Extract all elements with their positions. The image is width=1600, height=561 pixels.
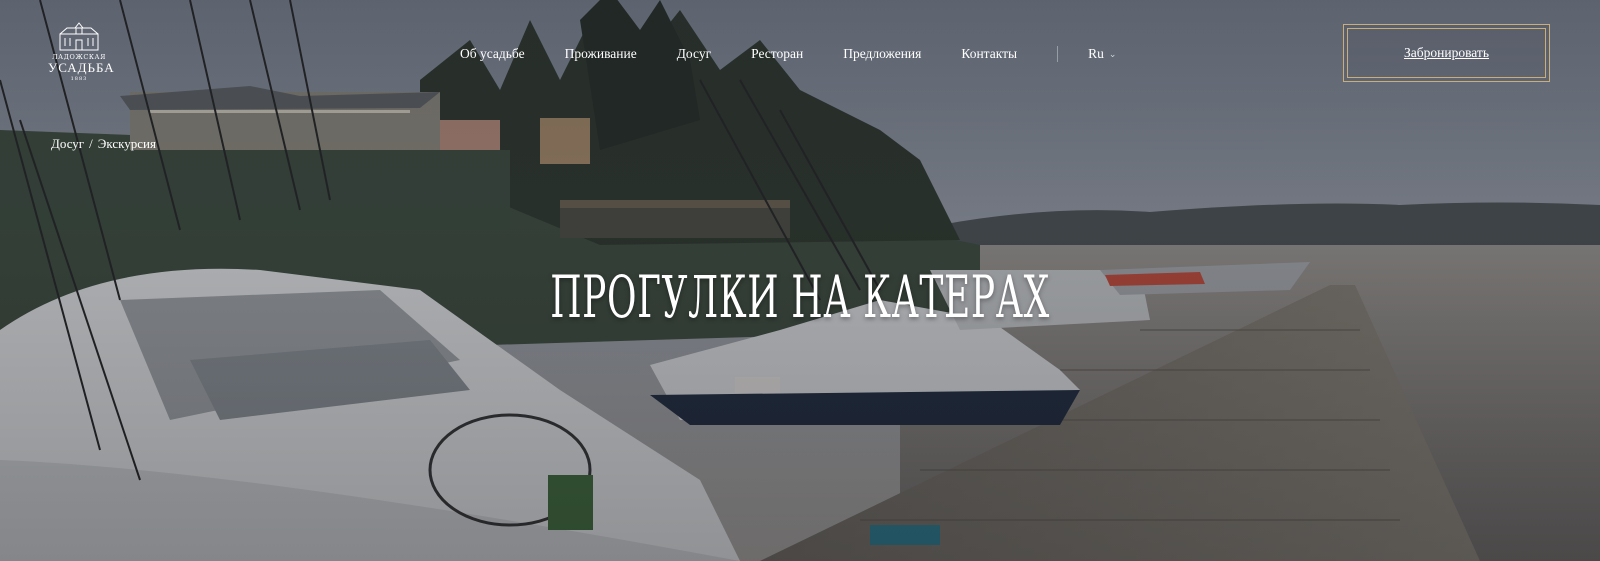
breadcrumb-item-excursion: Экскурсия [97, 136, 156, 151]
manor-icon [59, 22, 99, 51]
language-selector[interactable]: Ru ⌄ [1088, 46, 1116, 62]
breadcrumb-item-leisure[interactable]: Досуг [51, 136, 84, 151]
site-logo[interactable]: ЛАДОЖСКАЯ УСАДЬБА 1883 [48, 20, 115, 92]
nav-divider [1057, 46, 1059, 62]
book-button[interactable]: Забронировать [1343, 24, 1550, 82]
nav-item-accommodation[interactable]: Проживание [565, 46, 637, 62]
main-navigation: Об усадьбе Проживание Досуг Ресторан Пре… [460, 44, 1116, 64]
logo-line-3: 1883 [70, 76, 88, 82]
nav-item-contacts[interactable]: Контакты [961, 46, 1017, 62]
nav-item-offers[interactable]: Предложения [843, 46, 921, 62]
language-label: Ru [1088, 46, 1104, 61]
page-title: Прогулки на катерах [550, 263, 1050, 331]
nav-item-about[interactable]: Об усадьбе [460, 46, 525, 62]
chevron-down-icon: ⌄ [1108, 48, 1117, 59]
nav-item-restaurant[interactable]: Ресторан [751, 46, 803, 62]
breadcrumb-separator: / [89, 136, 93, 151]
logo-line-2: УСАДЬБА [48, 60, 115, 75]
breadcrumb: Досуг / Экскурсия [51, 136, 156, 152]
nav-item-leisure[interactable]: Досуг [677, 46, 711, 62]
